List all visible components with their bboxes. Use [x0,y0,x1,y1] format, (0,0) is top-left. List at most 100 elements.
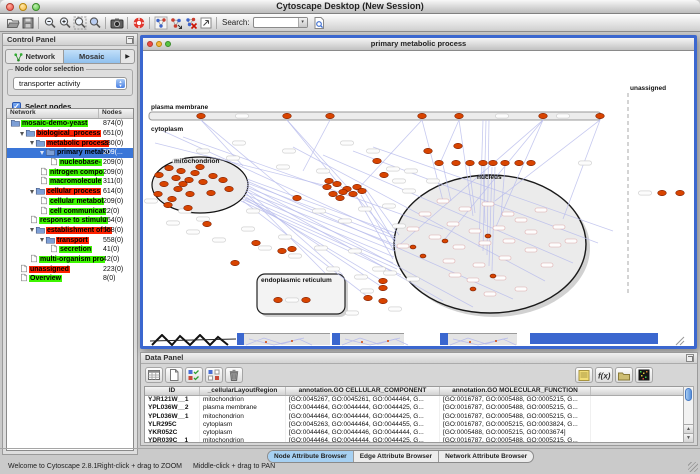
annotation-icon[interactable] [198,15,213,31]
tree-row[interactable]: secretion41(0) [7,245,133,255]
camera-icon[interactable] [109,15,124,31]
graph-node[interactable] [165,165,174,170]
graph-node[interactable] [209,173,218,178]
table-scrollbar[interactable]: ▲ ▼ [683,386,694,443]
column-header[interactable]: _cellularLayoutRegion [200,387,286,395]
graph-edge[interactable] [247,191,343,275]
new-network-icon[interactable] [153,15,168,31]
tab-overflow-icon[interactable]: ▶ [121,50,134,63]
graph-node[interactable] [485,234,491,238]
tree-column-network[interactable]: Network [7,109,99,118]
graph-node[interactable] [452,160,461,165]
graph-node[interactable] [293,195,302,200]
graph-node[interactable] [379,278,388,283]
disclosure-triangle-icon[interactable] [40,238,44,242]
view-resize-grip-icon[interactable] [673,333,687,345]
graph-node[interactable] [196,164,205,169]
graph-node[interactable] [336,195,345,200]
graph-edge[interactable] [563,120,600,219]
graph-node[interactable] [203,221,212,226]
tree-row[interactable]: response to stimulu264(0) [7,216,133,226]
tree-row[interactable]: metabolic process280(0) [7,138,133,148]
graph-node[interactable] [379,285,388,290]
view-minimize-button[interactable] [156,41,162,47]
graph-node[interactable] [479,160,488,165]
tree-row[interactable]: transport558(0) [7,235,133,245]
network-view-titlebar[interactable]: primary metabolic process [143,38,694,51]
graph-node[interactable] [164,202,173,207]
tree-row[interactable]: macromolecule311(0) [7,177,133,187]
float-panel-icon[interactable] [126,36,134,44]
resize-grip-icon[interactable] [688,462,698,472]
save-icon[interactable] [20,15,35,31]
disclosure-triangle-icon[interactable] [30,141,34,145]
graph-node[interactable] [410,245,416,249]
background-network-sketch[interactable] [150,333,238,345]
tree-row[interactable]: cellular metabol209(0) [7,197,133,207]
background-window-fragment[interactable] [340,333,404,345]
graph-node[interactable] [358,188,367,193]
graph-node[interactable] [596,113,605,118]
tree-row[interactable]: cellular process614(0) [7,187,133,197]
app-titlebar[interactable]: Cytoscape Desktop (New Session) [0,0,700,14]
graph-node[interactable] [191,170,200,175]
graph-node[interactable] [489,160,498,165]
disclosure-triangle-icon[interactable] [30,228,34,232]
table-row[interactable]: YLR295Ccytoplasm[GO:0045263, GO:0044464,… [145,421,684,429]
graph-node[interactable] [418,113,427,118]
graph-node[interactable] [329,191,338,196]
tree-column-nodes[interactable]: Nodes [99,109,133,118]
zoom-out-icon[interactable] [42,15,57,31]
graph-node[interactable] [323,184,332,189]
scroll-down-icon[interactable]: ▼ [684,433,693,442]
new-attribute-button[interactable] [165,367,183,383]
tree-row[interactable]: establishment of lo558(0) [7,226,133,236]
scroll-up-icon[interactable]: ▲ [684,424,693,433]
graph-node[interactable] [219,177,228,182]
graph-node[interactable] [197,113,206,118]
disclosure-triangle-icon[interactable] [30,190,34,194]
graph-node[interactable] [490,274,496,278]
network-view-window[interactable]: primary metabolic process plasma membran… [140,35,697,349]
graph-node[interactable] [325,178,334,183]
column-header[interactable]: annotation.GO CELLULAR_COMPONENT [286,387,440,395]
network-view-icon[interactable] [168,15,183,31]
graph-node[interactable] [539,113,548,118]
graph-node[interactable] [155,172,164,177]
graph-node[interactable] [186,191,195,196]
tree-row[interactable]: cell communicat22(0) [7,206,133,216]
tree-row[interactable]: biological_process651(0) [7,129,133,139]
destroy-network-icon[interactable] [183,15,198,31]
background-window-fragment[interactable] [244,333,330,345]
graph-node[interactable] [154,191,163,196]
tree-row[interactable]: primary metabo209(... [7,148,133,158]
tree-row[interactable]: nucleobase-209(0) [7,158,133,168]
graph-node[interactable] [283,113,292,118]
matrix-button[interactable] [635,367,653,383]
network-canvas[interactable]: plasma membranecytoplasmmitochondrionnuc… [143,51,694,332]
scrollbar-thumb[interactable] [685,388,692,401]
notes-button[interactable] [575,367,593,383]
disclosure-triangle-icon[interactable] [40,151,44,155]
background-window-edge[interactable] [530,333,658,344]
background-window-fragment[interactable] [448,333,517,345]
graph-edge[interactable] [441,120,459,161]
background-window-edge[interactable] [237,333,244,345]
import-attributes-button[interactable] [615,367,633,383]
attribute-table-button[interactable] [145,367,163,383]
background-window-edge[interactable] [440,333,448,345]
graph-node[interactable] [339,189,348,194]
graph-node[interactable] [364,295,373,300]
search-input[interactable]: ▾ [253,17,308,28]
search-dropdown-icon[interactable]: ▾ [298,18,307,27]
unselect-attributes-button[interactable] [205,367,223,383]
graph-node[interactable] [658,190,667,195]
graph-node[interactable] [527,160,536,165]
graph-node[interactable] [454,143,463,148]
tab-node-attribute-browser[interactable]: Node Attribute Browser [268,451,354,462]
graph-node[interactable] [184,205,193,210]
select-attributes-button[interactable] [185,367,203,383]
tab-network-attribute-browser[interactable]: Network Attribute Browser [439,451,533,462]
graph-node[interactable] [274,297,283,302]
column-header[interactable]: ID [145,387,200,395]
